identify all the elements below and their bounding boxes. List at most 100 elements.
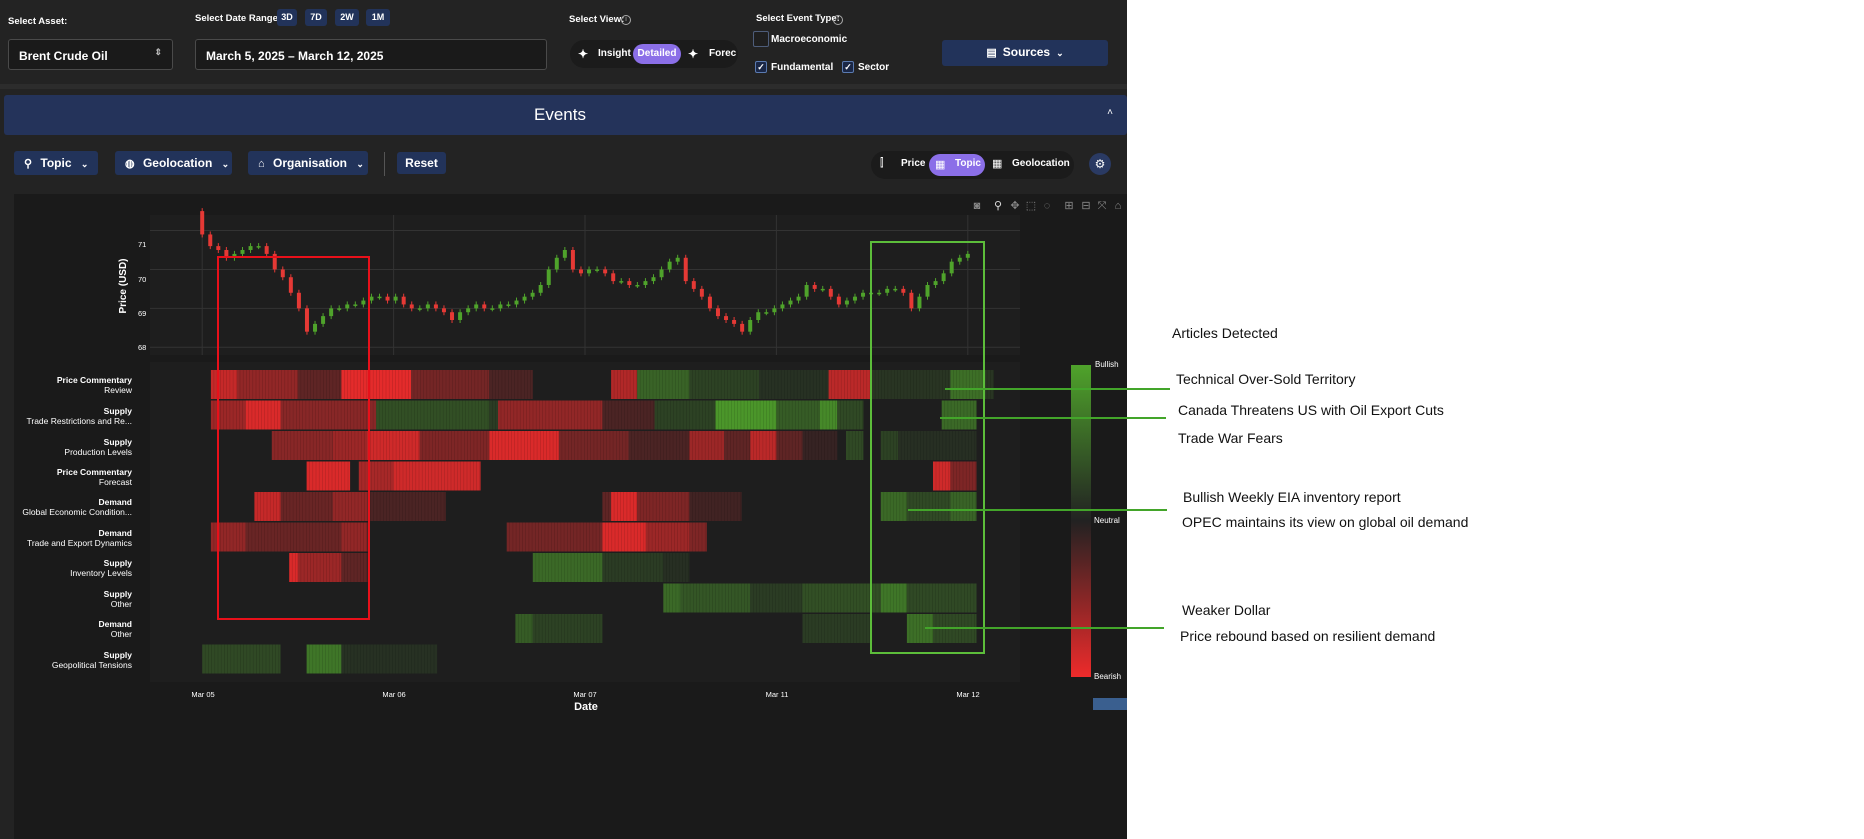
- candle-body: [885, 288, 890, 293]
- sentiment-colorbar: [1071, 365, 1091, 677]
- candle-body: [296, 292, 301, 309]
- candle-body: [514, 300, 519, 305]
- candle-body: [458, 312, 463, 320]
- candle-body: [361, 300, 366, 305]
- candle-body: [651, 277, 656, 282]
- row-label: Supply Trade Restrictions and Re...: [26, 406, 132, 426]
- heatmap-cell: [245, 400, 281, 430]
- candle-body: [466, 308, 471, 313]
- candle-body: [683, 257, 688, 282]
- candle-body: [804, 285, 809, 297]
- candle-body: [941, 273, 946, 282]
- candle-body: [796, 296, 801, 301]
- row-label: Supply Geopolitical Tensions: [51, 650, 132, 670]
- x-tick: Mar 05: [191, 690, 215, 699]
- candle-body: [732, 320, 737, 324]
- heatmap-cell: [819, 400, 838, 430]
- y-tick: 68: [138, 343, 147, 352]
- heatmap-cell: [906, 492, 951, 521]
- candle-body: [780, 304, 785, 309]
- candle-body: [925, 285, 930, 297]
- annotation-item: Canada Threatens US with Oil Export Cuts: [1178, 402, 1444, 418]
- row-label: Price Commentary Review: [56, 375, 132, 395]
- candle-body: [603, 269, 608, 274]
- candle-body: [433, 304, 438, 309]
- candle-body: [667, 261, 672, 270]
- candle-body: [200, 211, 205, 235]
- row-label: Supply Production Levels: [64, 437, 132, 457]
- candle-body: [377, 296, 382, 299]
- connector-line: [940, 417, 1166, 419]
- annotation-item: Technical Over-Sold Territory: [1176, 371, 1356, 387]
- heatmap-cell: [950, 370, 986, 399]
- candle-body: [901, 288, 906, 293]
- heatmap-cell: [489, 400, 498, 430]
- candle-body: [619, 281, 624, 283]
- connector-line: [908, 509, 1167, 511]
- candle-body: [538, 285, 543, 293]
- candle-body: [474, 304, 479, 309]
- candle-body: [699, 288, 704, 297]
- heatmap-cell: [846, 431, 864, 460]
- heatmap-cell: [898, 431, 977, 460]
- heatmap-cell: [933, 461, 951, 491]
- candle-body: [304, 308, 309, 332]
- heatmap-cell: [202, 644, 281, 674]
- candle-body: [917, 296, 922, 309]
- heatmap-cell: [663, 583, 681, 613]
- heatmap-cell: [367, 492, 446, 521]
- heatmap-cell: [297, 370, 342, 399]
- heatmap-cell: [411, 370, 490, 399]
- colorbar-mid-label: Neutral: [1094, 516, 1120, 525]
- candle-body: [740, 323, 745, 332]
- heatmap-cell: [489, 370, 533, 399]
- candle-body: [659, 269, 664, 278]
- candle-body: [441, 308, 446, 313]
- annotations-header: Articles Detected: [1172, 325, 1278, 341]
- heatmap-cell: [645, 522, 690, 552]
- heatmap-cell: [802, 431, 838, 460]
- heatmap-cell: [332, 431, 368, 460]
- candle-body: [530, 292, 535, 297]
- candle-body: [401, 296, 406, 305]
- candle-body: [256, 246, 261, 248]
- candle-body: [627, 281, 632, 285]
- annotation-item: Price rebound based on resilient demand: [1180, 628, 1436, 644]
- heatmap-cell: [210, 522, 246, 552]
- heatmap-cell: [289, 553, 298, 582]
- candle-body: [329, 308, 334, 317]
- candle-body: [240, 250, 245, 254]
- candle-body: [611, 273, 616, 282]
- candle-body: [337, 308, 342, 310]
- candle-body: [893, 288, 898, 291]
- heatmap-cell: [689, 431, 725, 460]
- candle-body: [715, 308, 720, 317]
- candle-body: [385, 296, 390, 301]
- candle-body: [498, 304, 503, 309]
- row-label: Price Commentary Forecast: [56, 467, 132, 487]
- row-label: Supply Other: [103, 589, 132, 609]
- annotation-item: Bullish Weekly EIA inventory report: [1183, 489, 1401, 505]
- heatmap-cell: [358, 461, 394, 491]
- candle-body: [425, 304, 430, 309]
- candle-body: [562, 250, 567, 258]
- heatmap-cell: [306, 461, 351, 491]
- candle-body: [353, 304, 358, 306]
- candle-body: [949, 261, 954, 274]
- candle-body: [691, 281, 696, 289]
- x-tick: Mar 11: [765, 690, 789, 699]
- heatmap-cell: [602, 522, 646, 552]
- heatmap-cell: [689, 522, 707, 552]
- candle-body: [216, 246, 221, 250]
- candle-body: [957, 257, 962, 262]
- candle-body: [852, 296, 857, 301]
- heatmap-cell: [306, 644, 342, 674]
- dashboard-app: Select Asset: Brent Crude Oil ⇕ Select D…: [0, 0, 1127, 839]
- price-axis-title: Price (USD): [118, 258, 129, 313]
- candle-body: [417, 308, 422, 310]
- candle-body: [409, 304, 414, 309]
- candle-body: [393, 296, 398, 301]
- candle-body: [280, 269, 285, 278]
- annotation-item: Trade War Fears: [1178, 430, 1283, 446]
- candle-body: [264, 246, 269, 254]
